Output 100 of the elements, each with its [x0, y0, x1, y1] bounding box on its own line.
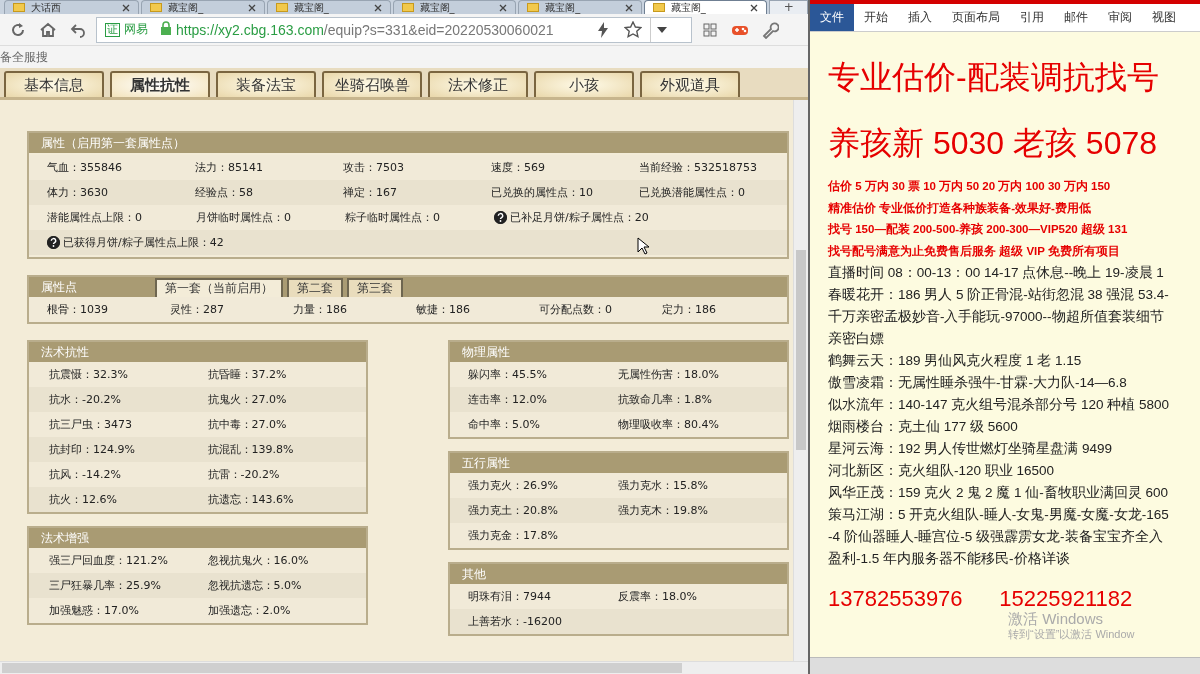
attribute-text: 禅定：167: [343, 185, 398, 200]
site-label: 网易: [124, 21, 148, 38]
folder-icon: [652, 3, 665, 12]
attribute-text: 当前经验：532518753: [639, 160, 758, 175]
caret-icon[interactable]: [657, 26, 667, 33]
attribute-text: 攻击：7503: [343, 160, 405, 175]
attribute-text: 连击率：12.0%: [468, 392, 548, 407]
attribute-text: 抗水：-20.2%: [49, 392, 122, 407]
set-tab[interactable]: 第一套（当前启用）: [155, 278, 283, 297]
attribute-text: 体力：3630: [47, 185, 109, 200]
attribute-text: 抗中毒：27.0%: [207, 417, 288, 432]
browser-tab[interactable]: 大话西: [4, 0, 140, 14]
ribbon-tab[interactable]: 页面布局: [942, 4, 1010, 31]
ribbon-tab[interactable]: 插入: [898, 4, 942, 31]
help-icon[interactable]: [494, 211, 507, 224]
attribute-text: 法力：85141: [195, 160, 264, 175]
set-tab[interactable]: 第三套: [347, 278, 403, 297]
page-tab[interactable]: 外观道具: [640, 71, 740, 97]
body-text: 傲雪凌霜：无属性睡杀强牛-甘霖-大力队-14—6.8: [828, 374, 1128, 392]
page-tab[interactable]: 装备法宝: [216, 71, 316, 97]
ribbon-tab[interactable]: 文件: [810, 4, 854, 31]
panel-title: 物理属性: [450, 342, 787, 362]
page-tab[interactable]: 小孩: [534, 71, 634, 97]
browser-tab[interactable]: 藏宝阁_: [141, 0, 265, 14]
ribbon-tab[interactable]: 审阅: [1098, 4, 1142, 31]
folder-icon: [150, 3, 163, 12]
attribute-text: 力量：186: [293, 302, 348, 317]
attribute-text: 粽子临时属性点：0: [345, 210, 441, 225]
panel-title: 五行属性: [450, 453, 787, 473]
attribute-text: 抗遗忘：143.6%: [207, 492, 295, 507]
scrollbar[interactable]: [793, 100, 808, 661]
set-tab[interactable]: 第二套: [287, 278, 343, 297]
close-icon[interactable]: [122, 3, 131, 12]
attribute-text: 已兑换潜能属性点：0: [639, 185, 746, 200]
attribute-text: 抗震慑：32.3%: [49, 367, 129, 382]
help-icon[interactable]: [47, 236, 60, 249]
attribute-text: 命中率：5.0%: [468, 417, 541, 432]
attribute-text: 抗鬼火：27.0%: [207, 392, 288, 407]
attribute-text: 抗火：12.6%: [49, 492, 118, 507]
heading-text: 养孩新 5030 老孩 5078: [828, 124, 1159, 163]
attribute-text: 经验点：58: [195, 185, 254, 200]
ribbon-tab[interactable]: 开始: [854, 4, 898, 31]
body-text: -4 阶仙器睡人-睡宫位-5 级强霹雳女龙-装备宝宝齐全入: [828, 528, 1164, 546]
attribute-text: 已获得月饼/粽子属性点上限：42: [63, 235, 224, 250]
scrollbar[interactable]: [0, 661, 808, 674]
attribute-text: 忽视抗遗忘：5.0%: [207, 578, 303, 593]
close-icon[interactable]: [499, 3, 508, 12]
attribute-text: 抗混乱：139.8%: [207, 442, 295, 457]
bookmark-link[interactable]: 备全服搜: [0, 48, 48, 66]
attribute-text: 强力克金：17.8%: [468, 528, 559, 543]
attribute-text: 抗三尸虫：3473: [49, 417, 133, 432]
ribbon-tab[interactable]: 引用: [1010, 4, 1054, 31]
ribbon-tab[interactable]: 视图: [1142, 4, 1186, 31]
page-tab[interactable]: 法术修正: [428, 71, 528, 97]
page-tab[interactable]: 属性抗性: [110, 71, 210, 97]
attribute-text: 加强魅惑：17.0%: [49, 603, 140, 618]
panel-title: 法术抗性: [29, 342, 366, 362]
body-text: 星河云海：192 男人传世燃灯坐骑星盘满 9499: [828, 440, 1114, 458]
body-text: 烟雨楼台：克土仙 177 级 5600: [828, 418, 1019, 436]
url-text: https://xy2.cbg.163.com/equip?s=331&eid=20220530060021: [176, 21, 555, 38]
new-tab-button[interactable]: +: [769, 0, 808, 14]
close-icon[interactable]: [373, 3, 382, 12]
attribute-text: 已兑换的属性点：10: [491, 185, 594, 200]
phone-numbers: 13782553976 15225921182: [828, 588, 1134, 610]
page-tab[interactable]: 坐骑召唤兽: [322, 71, 422, 97]
certificate-icon: 证: [105, 22, 120, 37]
body-text: 似水流年：140-147 克火组号混杀部分号 120 种植 5800: [828, 396, 1171, 414]
close-icon[interactable]: [624, 3, 633, 12]
page-tab[interactable]: 基本信息: [4, 71, 104, 97]
attribute-text: 灵性：287: [170, 302, 225, 317]
notice-text: 找号配号满意为止免费售后服务 超级 VIP 免费所有项目: [828, 243, 1121, 259]
notice-text: 估价 5 万内 30 票 10 万内 50 20 万内 100 30 万内 150: [828, 179, 1112, 194]
attribute-text: 速度：569: [491, 160, 546, 175]
scrollbar[interactable]: [810, 657, 1200, 674]
attribute-text: 加强遗忘：2.0%: [207, 603, 292, 618]
attribute-text: 物理吸收率：80.4%: [618, 417, 720, 432]
panel-title: 属性（启用第一套属性点）: [29, 133, 787, 153]
browser-tab[interactable]: 藏宝阁_: [518, 0, 642, 14]
body-text: 盈利-1.5 年内服务器不能移民-价格详谈: [828, 550, 1071, 568]
folder-icon: [527, 3, 540, 12]
close-icon[interactable]: [750, 3, 759, 12]
attribute-text: 敏捷：186: [416, 302, 471, 317]
close-icon[interactable]: [247, 3, 256, 12]
address-bar[interactable]: 证 网易 https://xy2.cbg.163.com/equip?s=331&eid=20220530060021: [96, 16, 692, 43]
attribute-text: 强力克木：19.8%: [618, 503, 709, 518]
browser-tab[interactable]: 藏宝阁_: [643, 0, 768, 14]
activation-text: 激活 Windows: [1008, 610, 1105, 628]
attribute-text: 抗致命几率：1.8%: [618, 392, 713, 407]
ribbon-tab[interactable]: 邮件: [1054, 4, 1098, 31]
body-text: 鹤舞云天：189 男仙风克火程度 1 老 1.15: [828, 352, 1083, 370]
attribute-text: 强力克土：20.8%: [468, 503, 559, 518]
heading-text: 专业估价-配装调抗找号: [828, 58, 1160, 97]
attribute-text: 无属性伤害：18.0%: [618, 367, 720, 382]
attribute-text: 定力：186: [662, 302, 717, 317]
attribute-text: 可分配点数：0: [539, 302, 613, 317]
browser-tab[interactable]: 藏宝阁_: [266, 0, 391, 14]
attribute-text: 气血：355846: [47, 160, 123, 175]
folder-icon: [13, 3, 25, 12]
attribute-text: 躲闪率：45.5%: [468, 367, 548, 382]
browser-tab[interactable]: 藏宝阁_: [392, 0, 517, 14]
